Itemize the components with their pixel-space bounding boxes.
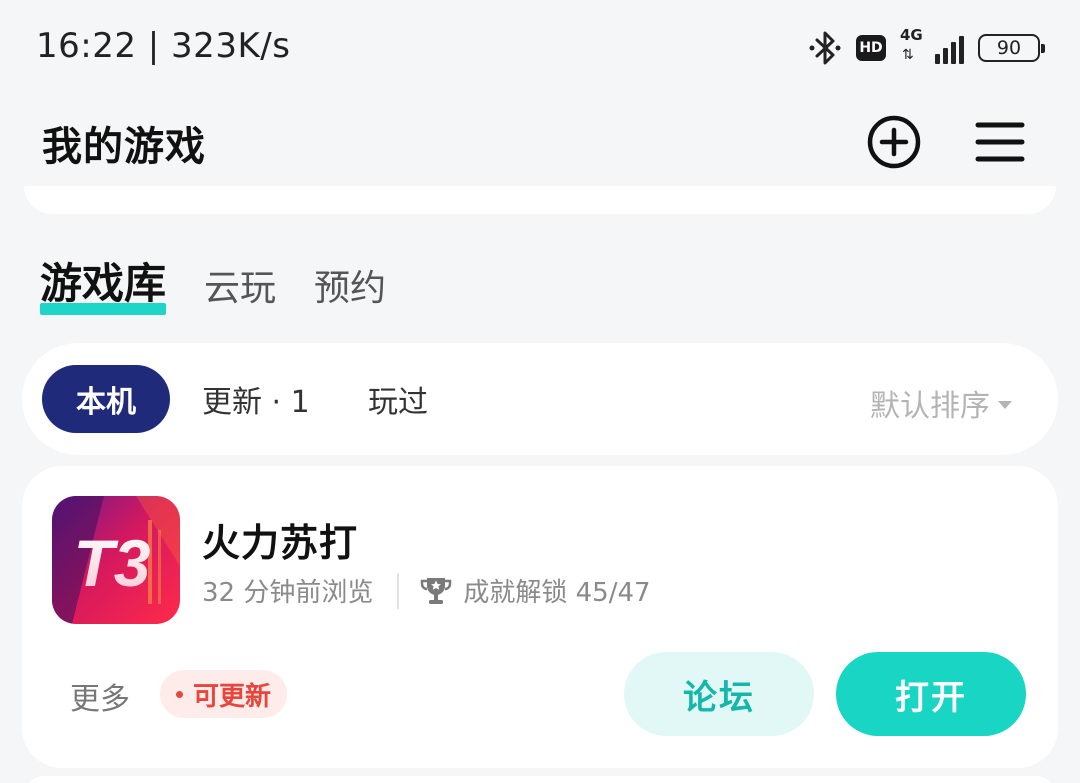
main-tabs: 游戏库 云玩 预约 bbox=[40, 250, 386, 317]
sort-dropdown[interactable]: 默认排序 bbox=[870, 381, 1012, 425]
signal-icon: 4G ⇅ bbox=[900, 26, 964, 68]
game-icon-text: T3 bbox=[73, 526, 150, 600]
previous-card-edge bbox=[24, 186, 1056, 214]
achievements-text: 成就解锁 45/47 bbox=[463, 578, 651, 608]
update-badge-label: 可更新 bbox=[193, 681, 272, 712]
status-time-speed: 16:22 | 323K/s bbox=[36, 26, 291, 66]
data-arrows-icon: ⇅ bbox=[902, 47, 914, 63]
next-card-edge bbox=[24, 776, 1056, 783]
signal-bars bbox=[935, 36, 964, 64]
plus-circle-icon[interactable] bbox=[866, 114, 922, 170]
game-meta: 32 分钟前浏览 成就解锁 45/47 bbox=[202, 572, 651, 609]
bluetooth-icon bbox=[809, 31, 841, 65]
game-app-icon[interactable]: T3 bbox=[52, 496, 180, 624]
filter-updates[interactable]: 更新 · 1 bbox=[202, 365, 310, 433]
page-title: 我的游戏 bbox=[42, 124, 206, 170]
network-type: 4G bbox=[900, 26, 923, 44]
badge-dot-icon bbox=[176, 690, 183, 698]
game-title: 火力苏打 bbox=[202, 521, 359, 565]
sort-label: 默认排序 bbox=[870, 389, 990, 424]
tab-game-library[interactable]: 游戏库 bbox=[40, 250, 167, 317]
hd-icon: HD bbox=[856, 35, 886, 61]
open-button[interactable]: 打开 bbox=[836, 652, 1026, 736]
trophy-icon bbox=[421, 577, 452, 604]
game-card[interactable]: T3 火力苏打 32 分钟前浏览 成就解锁 45/47 更多 可更新 论坛 打开 bbox=[22, 466, 1058, 768]
chevron-down-icon bbox=[998, 401, 1012, 409]
tab-reservations[interactable]: 预约 bbox=[314, 259, 386, 317]
hamburger-menu-icon[interactable] bbox=[974, 118, 1026, 166]
last-viewed-text: 32 分钟前浏览 bbox=[202, 578, 374, 608]
filter-local[interactable]: 本机 bbox=[42, 365, 170, 433]
tab-cloud-play[interactable]: 云玩 bbox=[204, 259, 276, 317]
status-bar: 16:22 | 323K/s HD 4G ⇅ 90 bbox=[0, 0, 1080, 96]
filter-bar: 本机 更新 · 1 玩过 默认排序 bbox=[22, 343, 1058, 455]
meta-divider bbox=[397, 572, 400, 609]
filter-played[interactable]: 玩过 bbox=[368, 365, 428, 433]
status-icons: HD 4G ⇅ 90 bbox=[808, 26, 1045, 68]
forum-button[interactable]: 论坛 bbox=[624, 652, 814, 736]
more-button[interactable]: 更多 bbox=[70, 674, 130, 718]
update-available-badge[interactable]: 可更新 bbox=[160, 670, 288, 718]
battery-icon: 90 bbox=[978, 34, 1045, 62]
